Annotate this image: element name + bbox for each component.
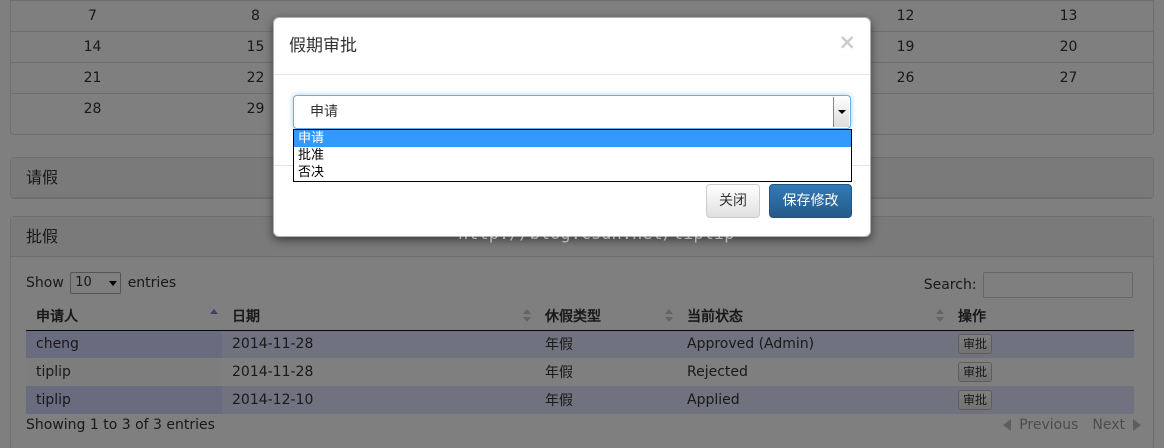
- select-option-approve[interactable]: 批准: [294, 147, 851, 164]
- approval-status-select[interactable]: 申请: [293, 95, 851, 129]
- save-changes-button[interactable]: 保存修改: [769, 184, 852, 218]
- close-button[interactable]: 关闭: [706, 184, 760, 218]
- select-option-reject[interactable]: 否决: [294, 164, 851, 181]
- watermark: http://blog.csdn.net/tiplip: [458, 224, 735, 244]
- select-value: 申请: [310, 104, 338, 120]
- select-dropdown-list: 申请 批准 否决: [293, 129, 852, 182]
- leave-approval-modal: 假期审批 × 申请 申请 批准 否决 关闭 保存修改: [273, 17, 871, 237]
- select-option-apply[interactable]: 申请: [294, 130, 851, 147]
- modal-header: 假期审批 ×: [274, 18, 870, 75]
- modal-title: 假期审批: [289, 36, 357, 56]
- chevron-down-icon[interactable]: [833, 97, 849, 127]
- close-icon[interactable]: ×: [838, 30, 856, 54]
